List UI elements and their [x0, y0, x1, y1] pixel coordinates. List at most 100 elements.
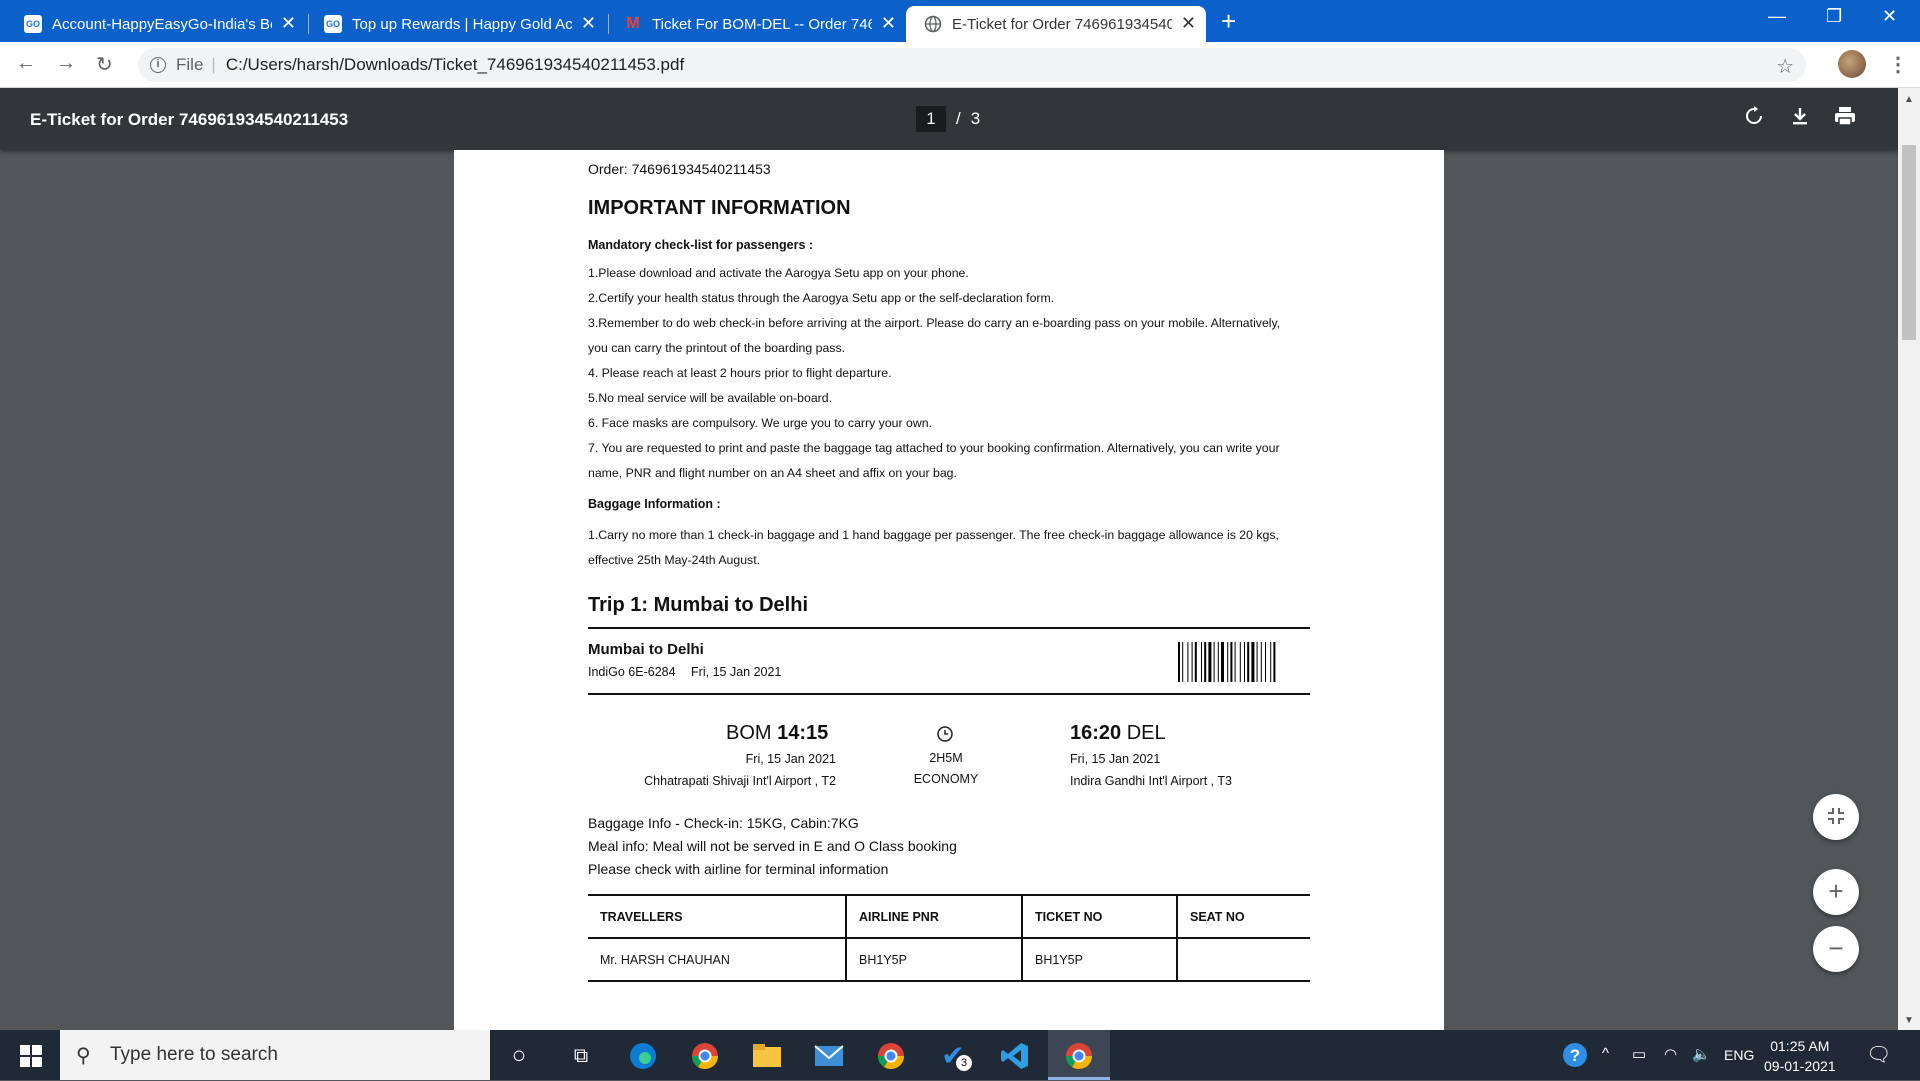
search-icon: ⚲ [76, 1045, 91, 1067]
barcode-bar [1191, 642, 1193, 682]
minimize-icon[interactable]: — [1768, 6, 1786, 27]
address-bar[interactable]: i File | C:/Users/harsh/Downloads/Ticket… [138, 48, 1806, 82]
barcode-bar [1247, 642, 1250, 682]
close-tab-icon[interactable]: ✕ [1181, 14, 1196, 32]
tab-title: E-Ticket for Order 74696193454021 [952, 15, 1172, 33]
tab-eticket-pdf[interactable]: E-Ticket for Order 74696193454021 ✕ [906, 6, 1206, 42]
airline-pnr: BH1Y5P [845, 938, 1022, 982]
barcode-bar [1182, 642, 1184, 682]
back-icon[interactable]: ← [16, 52, 36, 75]
barcode-bar [1221, 642, 1224, 682]
tab-top-up-rewards[interactable]: GO Top up Rewards | Happy Gold Acc ✕ [306, 6, 606, 42]
notifications-icon[interactable]: 🗨 [1866, 1042, 1891, 1067]
info-icon[interactable]: i [150, 57, 166, 73]
battery-icon[interactable]: ▭ [1632, 1045, 1646, 1063]
close-tab-icon[interactable]: ✕ [281, 14, 296, 32]
reload-icon[interactable]: ↻ [96, 52, 113, 77]
show-hidden-icons-icon[interactable]: ^ [1602, 1045, 1609, 1062]
header-ticket-no: TICKET NO [1021, 894, 1177, 939]
divider [588, 693, 1310, 695]
header-travellers: TRAVELLERS [588, 894, 846, 939]
restore-icon[interactable]: ❐ [1826, 6, 1842, 27]
new-tab-button[interactable]: + [1221, 8, 1236, 34]
profile-avatar[interactable] [1838, 50, 1866, 78]
file-explorer-icon[interactable] [750, 1039, 784, 1073]
barcode-bar [1273, 642, 1276, 682]
zoom-in-button[interactable]: + [1813, 869, 1859, 915]
taskbar-search-box[interactable]: ⚲ Type here to search [60, 1030, 490, 1080]
chrome-icon[interactable] [874, 1039, 908, 1073]
window-close-icon[interactable]: ✕ [1882, 6, 1897, 27]
barcode-bar [1234, 642, 1236, 682]
tab-title: Top up Rewards | Happy Gold Acc [352, 15, 572, 33]
important-info-heading: IMPORTANT INFORMATION [588, 197, 851, 219]
mail-icon[interactable] [812, 1039, 846, 1073]
arrival-airport: Indira Gandhi Int'l Airport , T3 [1070, 774, 1232, 788]
globe-icon [924, 15, 942, 33]
chrome-active-icon[interactable] [1062, 1039, 1096, 1073]
travellers-table: TRAVELLERS AIRLINE PNR TICKET NO SEAT NO… [588, 894, 1310, 982]
volume-icon[interactable]: 🔈 [1692, 1045, 1711, 1063]
barcode-bar [1227, 642, 1229, 682]
rotate-icon[interactable] [1744, 106, 1764, 132]
more-menu-icon[interactable]: ⋮ [1888, 52, 1908, 77]
browser-tabstrip: GO Account-HappyEasyGo-India's Best ✕ GO… [0, 0, 1920, 42]
checklist-line: name, PNR and flight number on an A4 she… [588, 466, 957, 480]
happyeasygo-favicon-icon: GO [24, 15, 42, 33]
arrival-header: 16:20 DEL [1070, 722, 1166, 745]
arrival-code: DEL [1126, 722, 1166, 744]
scroll-down-icon[interactable]: ▼ [1904, 1015, 1914, 1026]
checklist-line: 4. Please reach at least 2 hours prior t… [588, 366, 892, 380]
fit-to-page-button[interactable] [1813, 794, 1859, 840]
browser-toolbar: ← → ↻ i File | C:/Users/harsh/Downloads/… [0, 42, 1920, 88]
address-separator: | [211, 55, 216, 74]
url-text[interactable]: C:/Users/harsh/Downloads/Ticket_74696193… [226, 55, 684, 75]
language-indicator[interactable]: ENG [1724, 1047, 1754, 1063]
scroll-up-icon[interactable]: ▲ [1904, 94, 1914, 105]
svg-text:?: ? [1570, 1046, 1580, 1065]
download-icon[interactable] [1790, 106, 1810, 132]
seat-number [1176, 938, 1310, 982]
help-icon[interactable]: ? [1562, 1042, 1588, 1072]
tab-title: Ticket For BOM-DEL -- Order 7469 [652, 15, 872, 33]
windows-start-icon[interactable] [20, 1045, 42, 1067]
departure-airport: Chhatrapati Shivaji Int'l Airport , T2 [644, 774, 836, 788]
search-placeholder: Type here to search [110, 1044, 278, 1065]
vscode-icon[interactable] [998, 1039, 1032, 1073]
barcode [1178, 642, 1276, 682]
baggage-info: Baggage Info - Check-in: 15KG, Cabin:7KG [588, 815, 859, 831]
chrome-profile-icon[interactable] [688, 1039, 722, 1073]
edge-icon[interactable] [626, 1039, 660, 1073]
arrival-date: Fri, 15 Jan 2021 [1070, 752, 1161, 766]
print-icon[interactable] [1834, 106, 1856, 132]
baggage-line: 1.Carry no more than 1 check-in baggage … [588, 528, 1279, 542]
tab-gmail-ticket[interactable]: M Ticket For BOM-DEL -- Order 7469 ✕ [606, 6, 906, 42]
flight-number: IndiGo 6E-6284 [588, 665, 676, 679]
system-clock[interactable]: 01:25 AM 09-01-2021 [1764, 1036, 1836, 1076]
zoom-out-button[interactable]: − [1813, 926, 1859, 972]
tab-happyeasygo-account[interactable]: GO Account-HappyEasyGo-India's Best ✕ [6, 6, 306, 42]
barcode-bar [1204, 642, 1207, 682]
forward-icon[interactable]: → [56, 52, 76, 75]
departure-time: 14:15 [777, 722, 829, 744]
barcode-bar [1201, 642, 1202, 682]
todo-icon[interactable]: ✔ 3 [936, 1039, 972, 1073]
close-tab-icon[interactable]: ✕ [581, 14, 596, 32]
bookmark-star-icon[interactable]: ☆ [1776, 54, 1794, 79]
todo-badge: 3 [956, 1055, 972, 1071]
table-row: Mr. HARSH CHAUHAN BH1Y5P BH1Y5P [588, 938, 1310, 982]
barcode-bar [1187, 642, 1189, 682]
close-tab-icon[interactable]: ✕ [881, 14, 896, 32]
cortana-icon[interactable]: ○ [502, 1039, 536, 1073]
checklist-line: you can carry the printout of the boardi… [588, 341, 846, 355]
route-title: Mumbai to Delhi [588, 641, 704, 658]
task-view-icon[interactable]: ⧉ [564, 1039, 598, 1073]
pdf-title: E-Ticket for Order 746961934540211453 [30, 110, 349, 129]
checklist-label: Mandatory check-list for passengers : [588, 238, 814, 252]
table-header-row: TRAVELLERS AIRLINE PNR TICKET NO SEAT NO [588, 894, 1310, 939]
current-page-input[interactable]: 1 [916, 106, 946, 132]
file-scheme-label: File [176, 55, 204, 74]
scrollbar-thumb[interactable] [1902, 145, 1916, 340]
wifi-icon[interactable]: ◠ [1664, 1045, 1677, 1063]
departure-date: Fri, 15 Jan 2021 [745, 752, 836, 766]
